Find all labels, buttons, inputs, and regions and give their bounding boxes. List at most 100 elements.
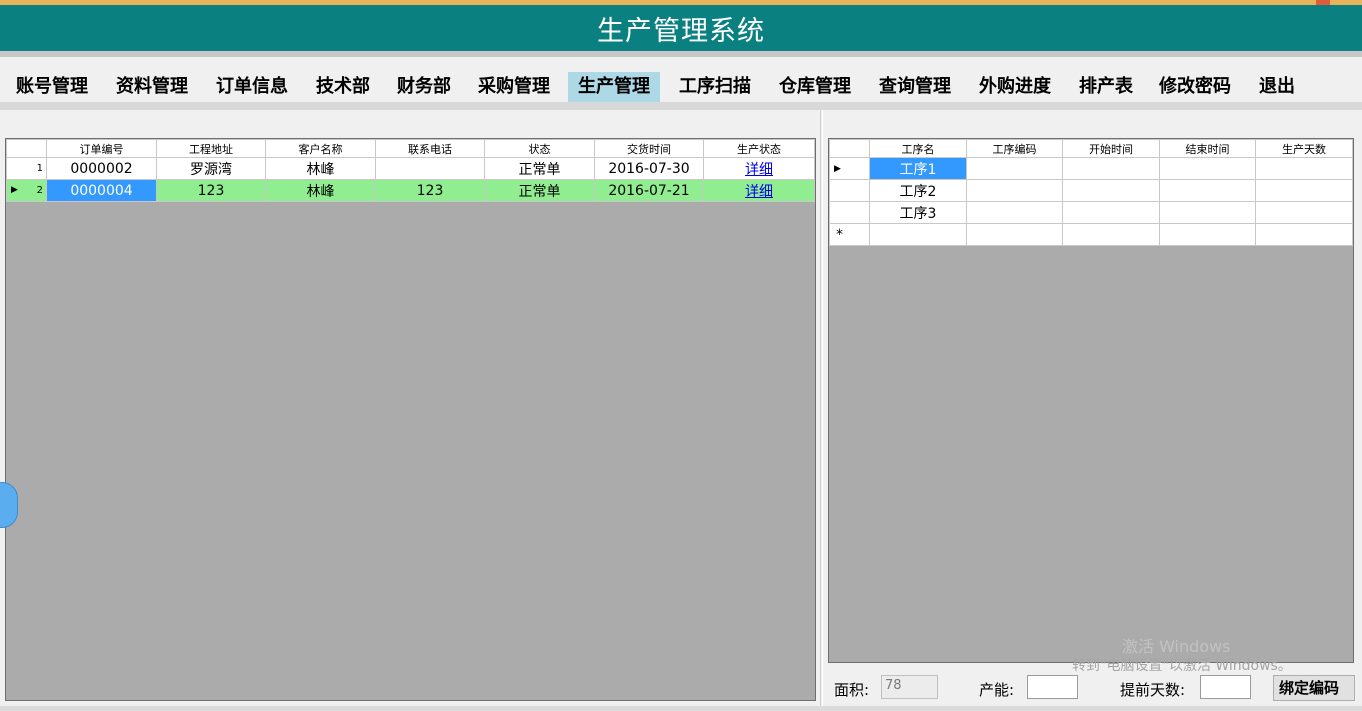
cell-start-time[interactable] <box>1062 157 1160 180</box>
row-header-corner <box>829 139 870 158</box>
menu-item-production[interactable]: 生产管理 <box>568 72 660 102</box>
cell-process-code[interactable] <box>966 223 1063 246</box>
process-form: 面积: 78 产能: 提前天数: 绑定编码 <box>823 675 1362 703</box>
cell-prod-days[interactable] <box>1255 157 1353 180</box>
area-field: 78 <box>881 675 938 699</box>
menu-item-tech[interactable]: 技术部 <box>306 72 380 102</box>
cell-status[interactable]: 正常单 <box>484 179 595 202</box>
column-header-status[interactable]: 状态 <box>484 139 595 158</box>
menu-item-warehouse[interactable]: 仓库管理 <box>769 72 861 102</box>
menu-item-account[interactable]: 账号管理 <box>6 72 98 102</box>
menu-separator <box>0 102 1362 110</box>
table-row[interactable]: 1 0000002 罗源湾 林峰 正常单 2016-07-30 详细 <box>6 157 815 180</box>
cell-prod-days[interactable] <box>1255 179 1353 202</box>
cell-status[interactable]: 正常单 <box>484 157 595 180</box>
cell-start-time[interactable] <box>1062 201 1160 224</box>
row-number[interactable]: ▶ 2 <box>6 179 47 202</box>
cell-customer[interactable]: 林峰 <box>265 179 376 202</box>
menu-item-process-scan[interactable]: 工序扫描 <box>669 72 761 102</box>
row-header[interactable] <box>829 179 870 202</box>
column-header-start-time[interactable]: 开始时间 <box>1062 139 1160 158</box>
cell-delivery[interactable]: 2016-07-21 <box>594 179 704 202</box>
cell-process-code[interactable] <box>966 157 1063 180</box>
row-header-corner <box>6 139 47 158</box>
app-title: 生产管理系统 <box>597 15 765 47</box>
menu-item-schedule[interactable]: 排产表 <box>1069 72 1143 102</box>
orders-panel: 订单编号 工程地址 客户名称 联系电话 状态 交货时间 生产状态 1 00000… <box>0 110 821 708</box>
cell-phone[interactable] <box>375 157 485 180</box>
cell-order-no[interactable]: 0000002 <box>46 157 157 180</box>
menu-item-finance[interactable]: 财务部 <box>387 72 461 102</box>
new-row-marker: * <box>829 223 870 246</box>
cell-start-time[interactable] <box>1062 223 1160 246</box>
process-table: 工序名 工序编码 开始时间 结束时间 生产天数 ▶ 工序1 工序2 工序3 * <box>829 139 1353 246</box>
watermark-title: 激活 Windows <box>1122 637 1231 656</box>
cell-end-time[interactable] <box>1159 179 1256 202</box>
cell-end-time[interactable] <box>1159 223 1256 246</box>
table-row[interactable]: ▶ 工序1 <box>829 157 1353 180</box>
new-row[interactable]: * <box>829 223 1353 246</box>
orders-header-row: 订单编号 工程地址 客户名称 联系电话 状态 交货时间 生产状态 <box>6 139 815 158</box>
main-menu-bar: 账号管理 资料管理 订单信息 技术部 财务部 采购管理 生产管理 工序扫描 仓库… <box>0 70 1362 102</box>
table-row[interactable]: 工序3 <box>829 201 1353 224</box>
detail-link[interactable]: 详细 <box>745 162 773 178</box>
current-row-arrow-icon: ▶ <box>11 185 18 195</box>
column-header-address[interactable]: 工程地址 <box>156 139 266 158</box>
column-header-phone[interactable]: 联系电话 <box>375 139 485 158</box>
column-header-prod-days[interactable]: 生产天数 <box>1255 139 1353 158</box>
table-row[interactable]: 工序2 <box>829 179 1353 202</box>
menu-item-orders[interactable]: 订单信息 <box>206 72 298 102</box>
column-header-delivery[interactable]: 交货时间 <box>594 139 704 158</box>
row-number[interactable]: 1 <box>6 157 47 180</box>
cell-address[interactable]: 罗源湾 <box>156 157 266 180</box>
column-header-process-code[interactable]: 工序编码 <box>966 139 1063 158</box>
menu-item-exit[interactable]: 退出 <box>1249 72 1305 102</box>
cell-process-code[interactable] <box>966 179 1063 202</box>
app-title-bar: 生产管理系统 <box>0 5 1362 51</box>
menu-item-query[interactable]: 查询管理 <box>869 72 961 102</box>
detail-link[interactable]: 详细 <box>745 184 773 200</box>
menu-item-data[interactable]: 资料管理 <box>106 72 198 102</box>
table-row-selected[interactable]: ▶ 2 0000004 123 林峰 123 正常单 2016-07-21 详细 <box>6 179 815 202</box>
column-header-end-time[interactable]: 结束时间 <box>1159 139 1256 158</box>
cell-process-name[interactable]: 工序3 <box>869 201 967 224</box>
current-row-arrow-icon: ▶ <box>834 163 841 174</box>
cell-end-time[interactable] <box>1159 157 1256 180</box>
cell-order-no[interactable]: 0000004 <box>46 179 157 202</box>
menu-item-outsourcing[interactable]: 外购进度 <box>969 72 1061 102</box>
advance-days-field[interactable] <box>1200 675 1251 699</box>
row-header[interactable]: ▶ <box>829 157 870 180</box>
column-header-customer[interactable]: 客户名称 <box>265 139 376 158</box>
cell-phone[interactable]: 123 <box>375 179 485 202</box>
row-header[interactable] <box>829 201 870 224</box>
orders-table: 订单编号 工程地址 客户名称 联系电话 状态 交货时间 生产状态 1 00000… <box>6 139 815 202</box>
column-header-process-name[interactable]: 工序名 <box>869 139 967 158</box>
watermark-hint: 转到"电脑设置"以激活 Windows。 <box>1072 658 1292 674</box>
cell-process-code[interactable] <box>966 201 1063 224</box>
cell-address[interactable]: 123 <box>156 179 266 202</box>
process-grid[interactable]: 工序名 工序编码 开始时间 结束时间 生产天数 ▶ 工序1 工序2 工序3 * <box>828 138 1354 663</box>
column-header-prod-status[interactable]: 生产状态 <box>703 139 815 158</box>
menu-item-purchase[interactable]: 采购管理 <box>468 72 560 102</box>
cell-start-time[interactable] <box>1062 179 1160 202</box>
bind-code-button[interactable]: 绑定编码 <box>1273 675 1355 701</box>
capacity-field[interactable] <box>1027 675 1078 699</box>
cell-process-name[interactable]: 工序1 <box>869 157 967 180</box>
capacity-label: 产能: <box>979 681 1015 699</box>
cell-delivery[interactable]: 2016-07-30 <box>594 157 704 180</box>
cell-prod-days[interactable] <box>1255 201 1353 224</box>
cell-prod-days[interactable] <box>1255 223 1353 246</box>
column-header-order-no[interactable]: 订单编号 <box>46 139 157 158</box>
activation-watermark: 激活 Windows 转到"电脑设置"以激活 Windows。 <box>1072 637 1292 675</box>
cell-process-name[interactable] <box>869 223 967 246</box>
orders-grid[interactable]: 订单编号 工程地址 客户名称 联系电话 状态 交货时间 生产状态 1 00000… <box>5 138 816 701</box>
cell-end-time[interactable] <box>1159 201 1256 224</box>
advance-days-label: 提前天数: <box>1120 681 1186 699</box>
process-panel: 工序名 工序编码 开始时间 结束时间 生产天数 ▶ 工序1 工序2 工序3 * … <box>822 110 1362 708</box>
cell-process-name[interactable]: 工序2 <box>869 179 967 202</box>
process-header-row: 工序名 工序编码 开始时间 结束时间 生产天数 <box>829 139 1353 158</box>
cell-prod-status: 详细 <box>703 157 815 180</box>
cell-customer[interactable]: 林峰 <box>265 157 376 180</box>
title-separator <box>0 51 1362 57</box>
menu-item-change-password[interactable]: 修改密码 <box>1149 72 1241 102</box>
